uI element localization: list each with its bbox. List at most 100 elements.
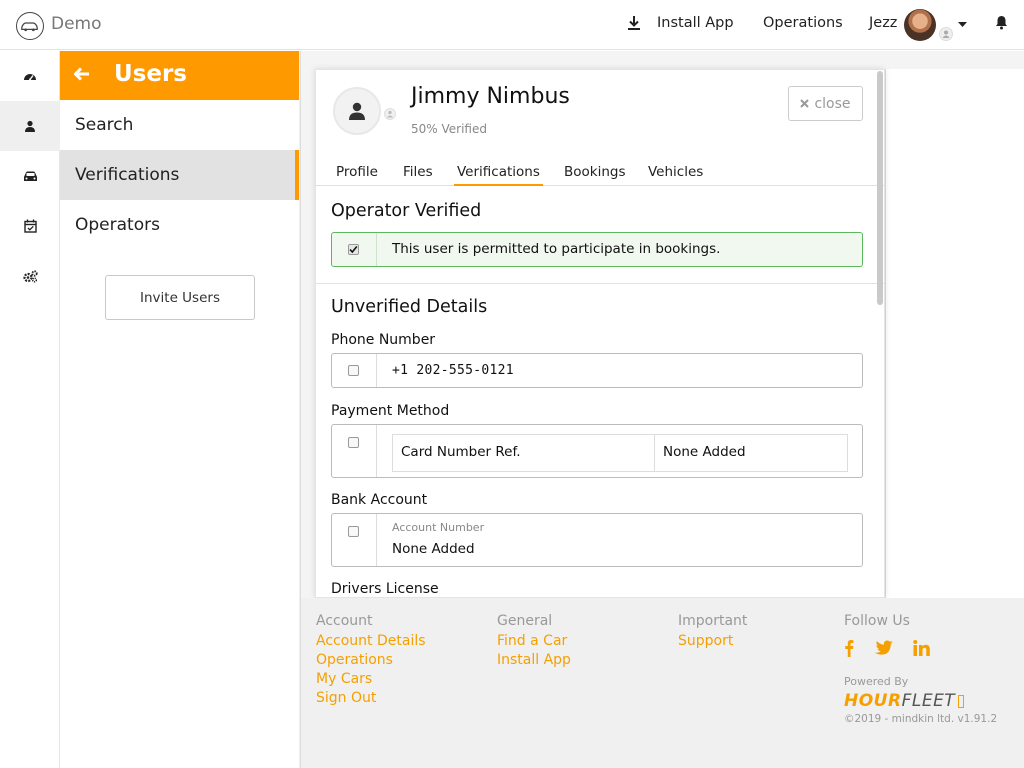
brand-name[interactable]: Demo — [51, 14, 102, 34]
invite-users-button[interactable]: Invite Users — [105, 275, 255, 320]
operator-verified-box: This user is permitted to participate in… — [331, 232, 863, 267]
close-button[interactable]: close — [788, 86, 863, 121]
nav-item-verifications[interactable]: Verifications — [60, 150, 299, 200]
nav-item-label: Search — [75, 115, 134, 135]
support-link[interactable]: Support — [678, 633, 747, 649]
brand-hour: HOUR — [844, 691, 902, 711]
tab-vehicles[interactable]: Vehicles — [648, 164, 703, 186]
account-number-value: None Added — [392, 541, 475, 557]
user-name: Jimmy Nimbus — [411, 84, 570, 109]
rail-cars[interactable] — [0, 151, 60, 201]
nav-item-operators[interactable]: Operators — [60, 200, 299, 250]
phone-number-checkbox[interactable] — [348, 365, 359, 376]
tab-files[interactable]: Files — [403, 164, 433, 186]
nav-item-label: Verifications — [75, 165, 180, 185]
bank-account-box: Account Number None Added — [331, 513, 863, 567]
account-number-label: Account Number — [392, 521, 485, 534]
rail-users[interactable] — [0, 101, 60, 151]
close-icon — [800, 99, 810, 108]
side-panel — [885, 69, 1024, 599]
car-logo-icon[interactable] — [16, 12, 44, 40]
facebook-icon[interactable] — [844, 639, 854, 657]
footer-heading: General — [497, 613, 553, 629]
top-bar: Demo Install App Operations Jezz — [0, 0, 1024, 50]
phone-number-box: +1 202-555-0121 — [331, 353, 863, 388]
tab-profile[interactable]: Profile — [336, 164, 378, 186]
modal-scrollbar[interactable] — [877, 71, 883, 305]
checkbox-column — [332, 514, 377, 566]
section-divider — [316, 283, 884, 284]
tab-verifications[interactable]: Verifications — [454, 164, 543, 186]
close-label: close — [814, 95, 851, 112]
bell-icon[interactable] — [995, 15, 1008, 30]
nav-item-label: Operators — [75, 215, 160, 235]
operator-verified-checkbox[interactable] — [348, 244, 359, 255]
user-detail-modal: Jimmy Nimbus 50% Verified close Profile … — [315, 69, 885, 598]
install-app-footer-link[interactable]: Install App — [497, 652, 571, 668]
username[interactable]: Jezz — [869, 15, 897, 31]
payment-method-table: Card Number Ref. None Added — [392, 434, 848, 472]
icon-rail — [0, 51, 60, 768]
footer-general-column: General Find a Car Install App — [497, 613, 571, 668]
account-details-link[interactable]: Account Details — [316, 633, 426, 649]
verified-percentage: 50% Verified — [411, 122, 487, 136]
rail-dashboard[interactable] — [0, 51, 60, 101]
cell-divider — [654, 435, 655, 471]
find-a-car-link[interactable]: Find a Car — [497, 633, 571, 649]
operations-link[interactable]: Operations — [763, 15, 843, 31]
rail-bookings[interactable] — [0, 201, 60, 251]
user-icon — [24, 120, 36, 132]
powered-by-label: Powered By — [844, 675, 909, 688]
avatar-badge-user-icon — [384, 108, 396, 120]
hourfleet-logo[interactable]: HOUR FLEET — [844, 691, 1024, 711]
phone-number-label: Phone Number — [331, 332, 436, 348]
footer-heading: Account — [316, 613, 373, 629]
logo-mark-icon — [958, 695, 965, 708]
card-number-ref-label: Card Number Ref. — [401, 444, 521, 460]
footer-heading: Important — [678, 613, 748, 629]
bank-account-label: Bank Account — [331, 492, 428, 508]
brand-fleet: FLEET — [901, 691, 956, 711]
nav-item-search[interactable]: Search — [60, 100, 299, 150]
download-icon[interactable] — [627, 15, 641, 31]
twitter-icon[interactable] — [874, 640, 893, 656]
install-app-link[interactable]: Install App — [657, 15, 734, 31]
social-links — [844, 639, 1024, 657]
users-title: Users — [114, 61, 187, 87]
calendar-check-icon — [23, 219, 37, 233]
footer-important-column: Important Support — [678, 613, 747, 649]
payment-method-box: Card Number Ref. None Added — [331, 424, 863, 478]
unverified-details-title: Unverified Details — [331, 297, 488, 317]
car-icon — [23, 170, 38, 182]
footer-account-column: Account Account Details Operations My Ca… — [316, 613, 426, 706]
rail-settings[interactable] — [0, 251, 60, 301]
tab-bookings[interactable]: Bookings — [564, 164, 626, 186]
copyright-text: ©2019 - mindkin ltd. v1.91.2 — [844, 713, 998, 725]
checkbox-column — [332, 425, 377, 477]
operator-verified-text: This user is permitted to participate in… — [392, 241, 721, 257]
arrow-left-icon[interactable] — [74, 67, 90, 81]
panel-body — [60, 250, 299, 768]
footer: Account Account Details Operations My Ca… — [300, 598, 1024, 768]
payment-method-label: Payment Method — [331, 403, 450, 419]
operations-footer-link[interactable]: Operations — [316, 652, 426, 668]
card-number-ref-value: None Added — [663, 444, 746, 460]
chevron-down-icon[interactable] — [958, 22, 967, 27]
footer-heading: Follow Us — [844, 613, 910, 629]
bank-account-checkbox[interactable] — [348, 526, 359, 537]
my-cars-link[interactable]: My Cars — [316, 671, 426, 687]
avatar[interactable] — [904, 9, 936, 41]
footer-follow-column: Follow Us Powered By HOUR FLEET ©2019 - … — [844, 613, 1024, 725]
drivers-license-label: Drivers License — [331, 581, 439, 597]
avatar-badge-user-icon — [939, 27, 953, 41]
users-header: Users — [60, 51, 299, 100]
user-avatar — [333, 87, 381, 135]
operator-verified-title: Operator Verified — [331, 201, 482, 221]
sign-out-link[interactable]: Sign Out — [316, 690, 426, 706]
payment-method-checkbox[interactable] — [348, 437, 359, 448]
phone-number-value: +1 202-555-0121 — [392, 363, 514, 378]
linkedin-icon[interactable] — [913, 640, 930, 656]
cogs-icon — [22, 269, 38, 283]
users-panel: Users Search Verifications Operators Inv… — [60, 51, 300, 768]
tab-bar: Profile Files Verifications Bookings Veh… — [316, 158, 884, 186]
